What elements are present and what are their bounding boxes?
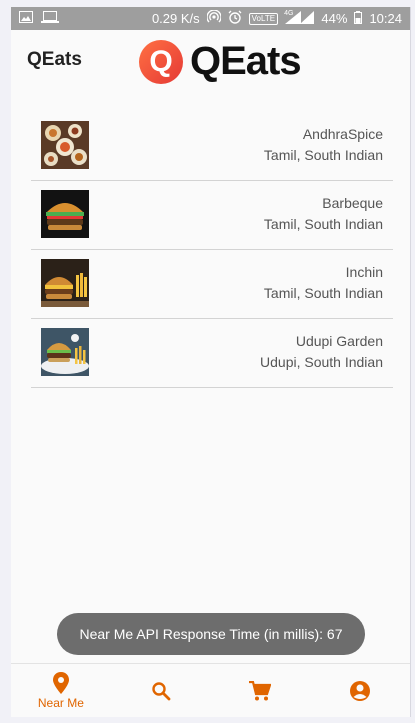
restaurant-cuisine: Tamil, South Indian — [263, 216, 383, 232]
alarm-icon — [228, 10, 242, 27]
restaurant-list: AndhraSpice Tamil, South Indian Barbeque… — [31, 112, 393, 388]
restaurant-cuisine: Tamil, South Indian — [263, 147, 383, 163]
cart-icon — [249, 681, 272, 701]
network-speed: 0.29 K/s — [151, 11, 200, 26]
api-response-toast: Near Me API Response Time (in millis): 6… — [57, 613, 365, 655]
restaurant-row-andhraspice[interactable]: AndhraSpice Tamil, South Indian — [31, 112, 393, 181]
status-bar: 0.29 K/s VoLTE 4G 44% 10:24 — [11, 7, 410, 30]
nav-cart[interactable] — [211, 664, 311, 717]
burger-fries-icon — [41, 259, 89, 307]
restaurant-cuisine: Udupi, South Indian — [260, 354, 383, 370]
burger-plate-icon — [41, 328, 89, 376]
battery-icon — [354, 10, 363, 27]
restaurant-name: Barbeque — [322, 195, 383, 211]
restaurant-name: Udupi Garden — [295, 333, 383, 349]
search-icon — [151, 682, 171, 701]
battery-percent: 44% — [321, 11, 348, 26]
nav-near-me[interactable]: Near Me — [11, 664, 111, 717]
nav-profile[interactable] — [310, 664, 410, 717]
bottom-navigation: Near Me — [11, 663, 410, 717]
qeats-logo: Q QEats — [139, 39, 302, 84]
spread-icon — [41, 121, 89, 169]
restaurant-row-udupi-garden[interactable]: Udupi Garden Udupi, South Indian — [31, 319, 393, 388]
app-title: QEats — [27, 49, 82, 70]
nav-search[interactable] — [111, 664, 211, 717]
app-bar: QEats Q QEats — [11, 30, 410, 92]
nav-near-me-label: Near Me — [37, 696, 84, 710]
restaurant-name: AndhraSpice — [302, 126, 383, 142]
restaurant-row-barbeque[interactable]: Barbeque Tamil, South Indian — [31, 181, 393, 250]
logo-wordmark: QEats — [190, 39, 302, 83]
laptop-notification-icon — [41, 11, 59, 26]
location-pin-icon — [52, 672, 69, 694]
hotspot-icon — [206, 9, 222, 27]
logo-q-mark: Q — [139, 39, 183, 84]
restaurant-row-inchin[interactable]: Inchin Tamil, South Indian — [31, 250, 393, 319]
image-notification-icon — [19, 11, 33, 26]
burger-icon — [41, 190, 89, 238]
account-circle-icon — [350, 681, 371, 701]
network-type: 4G — [284, 10, 294, 17]
phone-screen: 0.29 K/s VoLTE 4G 44% 10:24 QEats Q QEat… — [11, 7, 411, 717]
signal-icon — [300, 10, 315, 27]
restaurant-name: Inchin — [345, 264, 383, 280]
clock: 10:24 — [369, 11, 402, 26]
volte-badge: VoLTE — [248, 12, 279, 25]
restaurant-cuisine: Tamil, South Indian — [263, 285, 383, 301]
